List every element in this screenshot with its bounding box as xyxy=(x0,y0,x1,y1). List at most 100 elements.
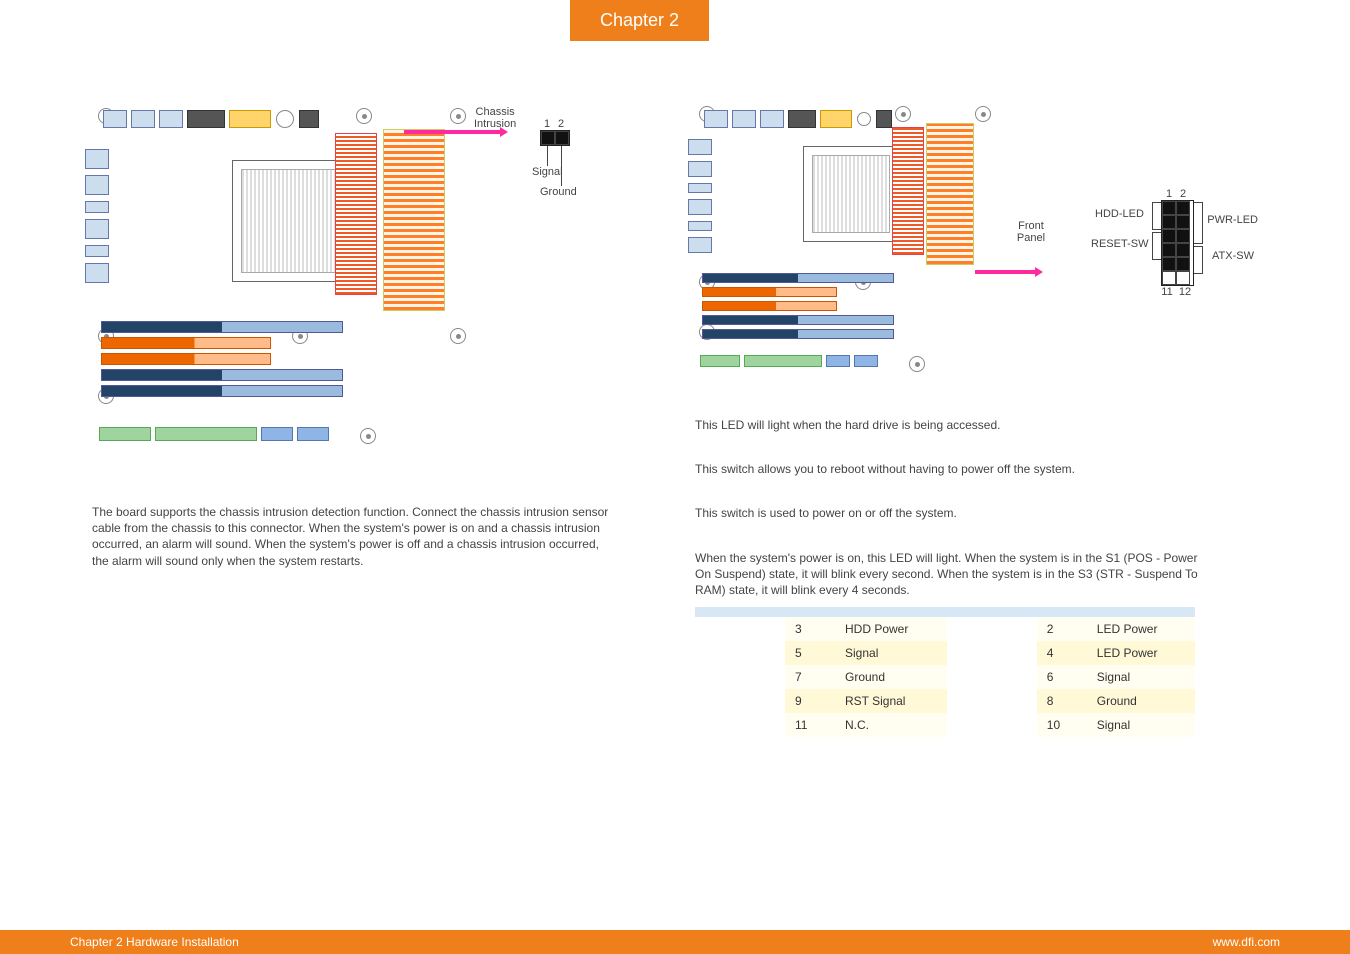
pin-cell: 10 xyxy=(1037,713,1087,737)
pin-icon xyxy=(1162,257,1176,271)
pcie-slot-icon xyxy=(102,386,342,396)
io-port-icon xyxy=(689,184,711,192)
chassis-intrusion-header: 12 Signal Ground xyxy=(540,118,570,186)
pin-number: 12 xyxy=(1176,286,1194,298)
section-cell xyxy=(947,617,1037,641)
header-icon xyxy=(701,356,739,366)
io-port-icon xyxy=(86,246,108,256)
footer-right: www.dfi.com xyxy=(1213,935,1280,949)
pcie-slot-icon xyxy=(703,274,893,282)
assign-cell: RST Signal xyxy=(835,689,947,713)
pin-cell: 8 xyxy=(1037,689,1087,713)
table-row: 11N.C.10Signal xyxy=(695,713,1195,737)
coin-cell-icon xyxy=(276,110,294,128)
table-header xyxy=(1037,607,1087,617)
pin-cell: 6 xyxy=(1037,665,1087,689)
pin-icon xyxy=(1162,201,1176,215)
pcie-slot-icon xyxy=(102,354,270,364)
io-port-icon xyxy=(86,176,108,194)
section-cell xyxy=(695,689,785,713)
header-icon xyxy=(100,428,150,440)
table-header xyxy=(695,607,785,617)
section-cell xyxy=(947,665,1037,689)
rear-io-stack xyxy=(689,140,711,260)
mounting-hole-icon xyxy=(975,106,991,122)
pwr-led-text: When the system's power is on, this LED … xyxy=(695,550,1215,599)
section-cell xyxy=(695,617,785,641)
pin-icon xyxy=(1176,229,1190,243)
expansion-slots xyxy=(102,322,342,412)
front-panel-header: 12 1112 HDD-LED RESET-SW xyxy=(1161,188,1194,298)
pwr-led-label: PWR-LED xyxy=(1207,214,1258,226)
table-row: 5Signal4LED Power xyxy=(695,641,1195,665)
bottom-connector-row xyxy=(701,356,877,374)
assign-cell: LED Power xyxy=(1087,617,1195,641)
bracket-icon xyxy=(1152,232,1161,260)
header-icon xyxy=(298,428,328,440)
motherboard-diagram-left: Chassis Intrusion 12 Signal Ground xyxy=(92,100,512,480)
assign-cell: Ground xyxy=(835,665,947,689)
connector-icon xyxy=(877,111,891,127)
signal-label: Signal xyxy=(532,166,563,178)
pin-assignment-table: 3HDD Power2LED Power5Signal4LED Power7Gr… xyxy=(695,607,1195,737)
chapter-tab: Chapter 2 xyxy=(570,0,709,41)
section-cell xyxy=(947,713,1037,737)
table-header xyxy=(835,607,947,617)
ground-label: Ground xyxy=(540,186,577,198)
pcie-slot-icon xyxy=(703,330,893,338)
page-footer: Chapter 2 Hardware Installation www.dfi.… xyxy=(0,930,1350,954)
pin-icon xyxy=(1176,201,1190,215)
pin-number: 2 xyxy=(554,118,568,130)
connector-icon xyxy=(789,111,815,127)
pcie-slot-icon xyxy=(102,370,342,380)
pin-cell: 11 xyxy=(785,713,835,737)
vrm-heatsink-icon xyxy=(336,134,376,294)
mounting-hole-icon xyxy=(895,106,911,122)
io-port-icon xyxy=(86,150,108,168)
callout-arrow-icon xyxy=(975,270,1035,274)
left-column: Chassis Intrusion 12 Signal Ground The b… xyxy=(72,100,675,894)
atx-sw-label: ATX-SW xyxy=(1212,250,1254,262)
rear-io-stack xyxy=(86,150,108,290)
io-port-icon xyxy=(689,162,711,176)
mounting-hole-icon xyxy=(360,428,376,444)
pin-icon xyxy=(555,131,569,145)
assign-cell: Signal xyxy=(835,641,947,665)
chassis-intrusion-paragraph: The board supports the chassis intrusion… xyxy=(92,504,612,569)
pcie-slot-icon xyxy=(703,288,836,296)
reset-sw-label: RESET-SW xyxy=(1091,238,1148,250)
connector-icon xyxy=(761,111,783,127)
pin-number: 11 xyxy=(1158,286,1176,298)
bracket-icon xyxy=(1152,202,1161,230)
top-connector-row xyxy=(104,108,318,130)
bracket-icon xyxy=(1194,202,1203,244)
connector-icon xyxy=(705,111,727,127)
io-port-icon xyxy=(86,264,108,282)
pin-icon xyxy=(1176,257,1190,271)
io-port-icon xyxy=(86,202,108,212)
assign-cell: Signal xyxy=(1087,713,1195,737)
pcie-slot-icon xyxy=(703,316,893,324)
header-icon xyxy=(262,428,292,440)
io-port-icon xyxy=(689,238,711,252)
memory-slots-icon xyxy=(927,124,973,264)
assign-cell: HDD Power xyxy=(835,617,947,641)
pin-cell: 4 xyxy=(1037,641,1087,665)
hdd-led-text: This LED will light when the hard drive … xyxy=(695,418,1258,432)
mounting-hole-icon xyxy=(450,328,466,344)
header-icon xyxy=(156,428,256,440)
section-cell xyxy=(695,713,785,737)
expansion-slots xyxy=(703,274,893,346)
pcie-slot-icon xyxy=(703,302,836,310)
io-port-icon xyxy=(86,220,108,238)
pin-cell: 3 xyxy=(785,617,835,641)
motherboard-diagram-right: Front Panel 12 1112 xyxy=(695,100,1115,400)
table-row: 3HDD Power2LED Power xyxy=(695,617,1195,641)
section-cell xyxy=(695,665,785,689)
callout-arrow-icon xyxy=(404,130,500,134)
io-port-icon xyxy=(689,140,711,154)
mounting-hole-icon xyxy=(450,108,466,124)
mounting-hole-icon xyxy=(356,108,372,124)
table-header xyxy=(785,607,835,617)
pin-icon xyxy=(1176,243,1190,257)
